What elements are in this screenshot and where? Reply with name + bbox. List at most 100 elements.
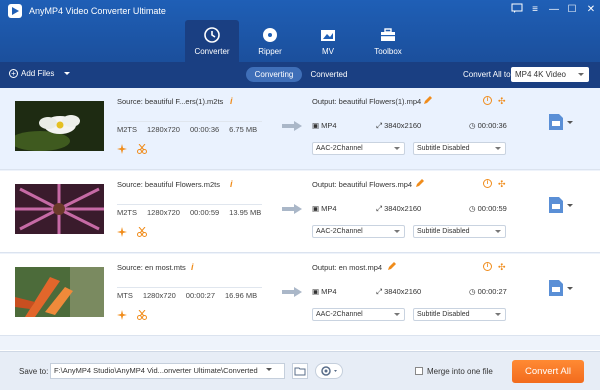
tab-converted[interactable]: Converted: [309, 67, 349, 82]
effect-icon[interactable]: [117, 144, 127, 154]
plus-icon: +: [9, 69, 18, 78]
tab-converter-label: Converter: [194, 47, 230, 56]
output-format-badge-icon[interactable]: [549, 197, 563, 213]
add-files-label: Add Files: [21, 69, 55, 78]
source-resolution: 1280x720: [142, 291, 176, 300]
video-thumbnail[interactable]: [15, 267, 104, 317]
output-info-icon[interactable]: i: [483, 96, 492, 105]
tab-toolbox[interactable]: Toolbox: [361, 20, 415, 62]
source-duration: 00:00:59: [189, 208, 220, 217]
toolbox-icon: [381, 28, 395, 41]
info-icon[interactable]: i: [230, 179, 233, 189]
output-filename: Output: en most.mp4: [312, 263, 383, 272]
source-filename: Source: beautiful F...ers(1).m2ts: [117, 97, 224, 106]
output-filename: Output: beautiful Flowers.mp4: [312, 180, 413, 189]
tab-ripper-label: Ripper: [258, 47, 282, 56]
effect-icon[interactable]: [117, 227, 127, 237]
compress-icon[interactable]: ✣: [498, 96, 506, 107]
mv-icon: [321, 30, 335, 41]
footer: Save to: F:\AnyMP4 Studio\AnyMP4 Vid...o…: [0, 351, 600, 390]
info-icon[interactable]: i: [191, 262, 194, 272]
audio-track-select[interactable]: AAC-2Channel: [312, 225, 405, 238]
menu-icon[interactable]: ≡: [527, 3, 543, 17]
settings-button[interactable]: [315, 363, 343, 379]
save-path-dropdown-icon[interactable]: [266, 368, 272, 371]
open-folder-button[interactable]: [292, 363, 308, 379]
minimize-icon[interactable]: —: [546, 3, 562, 17]
cut-icon[interactable]: [137, 227, 147, 237]
output-duration: ◷ 00:00:36: [469, 121, 507, 130]
video-thumbnail[interactable]: [15, 101, 104, 151]
edit-name-icon[interactable]: [416, 179, 424, 187]
subtitle-select[interactable]: Subtitle Disabled: [413, 225, 506, 238]
output-resolution-value: 3840x2160: [384, 204, 422, 213]
convert-arrow-icon: [282, 287, 302, 297]
format-dropdown-icon[interactable]: [567, 204, 573, 207]
output-format: ▣ MP4: [312, 121, 337, 130]
add-files-dropdown-icon[interactable]: [64, 72, 70, 75]
file-row[interactable]: Source: en most.mts i MTS 1280x720 00:00:2…: [0, 254, 600, 336]
convert-all-button[interactable]: Convert All: [512, 360, 584, 383]
source-resolution: 1280x720: [147, 208, 180, 217]
save-path-input[interactable]: F:\AnyMP4 Studio\AnyMP4 Vid...onverter U…: [50, 363, 285, 379]
save-to-label: Save to:: [19, 367, 49, 376]
merge-label: Merge into one file: [427, 367, 493, 376]
add-files-button[interactable]: + Add Files: [9, 69, 54, 78]
divider: [117, 121, 262, 122]
app-logo-icon: [8, 4, 22, 18]
converter-icon: [204, 27, 220, 43]
output-filename: Output: beautiful Flowers(1).mp4: [312, 97, 422, 106]
convert-all-format-select[interactable]: MP4 4K Video: [511, 67, 589, 82]
format-dropdown-icon[interactable]: [567, 287, 573, 290]
output-format-value: MP4: [321, 121, 337, 130]
tab-converter[interactable]: Converter: [185, 20, 239, 62]
compress-icon[interactable]: ✣: [498, 179, 506, 190]
audio-track-select[interactable]: AAC-2Channel: [312, 308, 405, 321]
output-info-icon[interactable]: i: [483, 262, 492, 271]
tab-converting[interactable]: Converting: [246, 67, 302, 82]
output-resolution: ⤢ 3840x2160: [376, 204, 422, 213]
cut-icon[interactable]: [137, 144, 147, 154]
output-resolution: ⤢ 3840x2160: [376, 287, 422, 296]
output-format: ▣ MP4: [312, 287, 337, 296]
output-format-badge-icon[interactable]: [549, 280, 563, 296]
cut-icon[interactable]: [137, 310, 147, 320]
close-icon[interactable]: ✕: [583, 3, 599, 17]
video-thumbnail[interactable]: [15, 184, 104, 234]
effect-icon[interactable]: [117, 310, 127, 320]
subtitle-select[interactable]: Subtitle Disabled: [413, 142, 506, 155]
divider: [117, 287, 262, 288]
subtitle-select[interactable]: Subtitle Disabled: [413, 308, 506, 321]
output-duration-value: 00:00:27: [477, 287, 507, 296]
maximize-icon[interactable]: ☐: [564, 3, 580, 17]
merge-checkbox[interactable]: [415, 367, 423, 375]
file-row[interactable]: Source: beautiful F...ers(1).m2ts i M2TS…: [0, 88, 600, 170]
source-filename: Source: beautiful Flowers.m2ts: [117, 180, 220, 189]
folder-icon: [294, 367, 306, 376]
convert-arrow-icon: [282, 204, 302, 214]
feedback-icon[interactable]: [509, 3, 525, 17]
source-meta: M2TS 1280x720 00:00:36 6.75 MB: [117, 125, 267, 134]
source-size: 6.75 MB: [229, 125, 258, 134]
title-bar: AnyMP4 Video Converter Ultimate ≡ — ☐ ✕ …: [0, 0, 600, 62]
source-size: 13.95 MB: [229, 208, 262, 217]
edit-name-icon[interactable]: [388, 262, 396, 270]
edit-name-icon[interactable]: [424, 96, 432, 104]
tab-ripper[interactable]: Ripper: [243, 20, 297, 62]
output-resolution-value: 3840x2160: [384, 287, 422, 296]
convert-arrow-icon: [282, 121, 302, 131]
tab-mv[interactable]: MV: [301, 20, 355, 62]
file-row[interactable]: Source: beautiful Flowers.m2ts i M2TS 128…: [0, 171, 600, 253]
info-icon[interactable]: i: [230, 96, 233, 106]
source-duration: 00:00:27: [185, 291, 215, 300]
toolbar: + Add Files Converting Converted Convert …: [0, 62, 600, 88]
output-format-value: MP4: [321, 287, 337, 296]
compress-icon[interactable]: ✣: [498, 262, 506, 273]
audio-track-select[interactable]: AAC-2Channel: [312, 142, 405, 155]
format-dropdown-icon[interactable]: [567, 121, 573, 124]
source-format: M2TS: [117, 125, 138, 134]
output-info-icon[interactable]: i: [483, 179, 492, 188]
output-duration-value: 00:00:59: [477, 204, 507, 213]
tab-mv-label: MV: [322, 47, 334, 56]
output-format-badge-icon[interactable]: [549, 114, 563, 130]
